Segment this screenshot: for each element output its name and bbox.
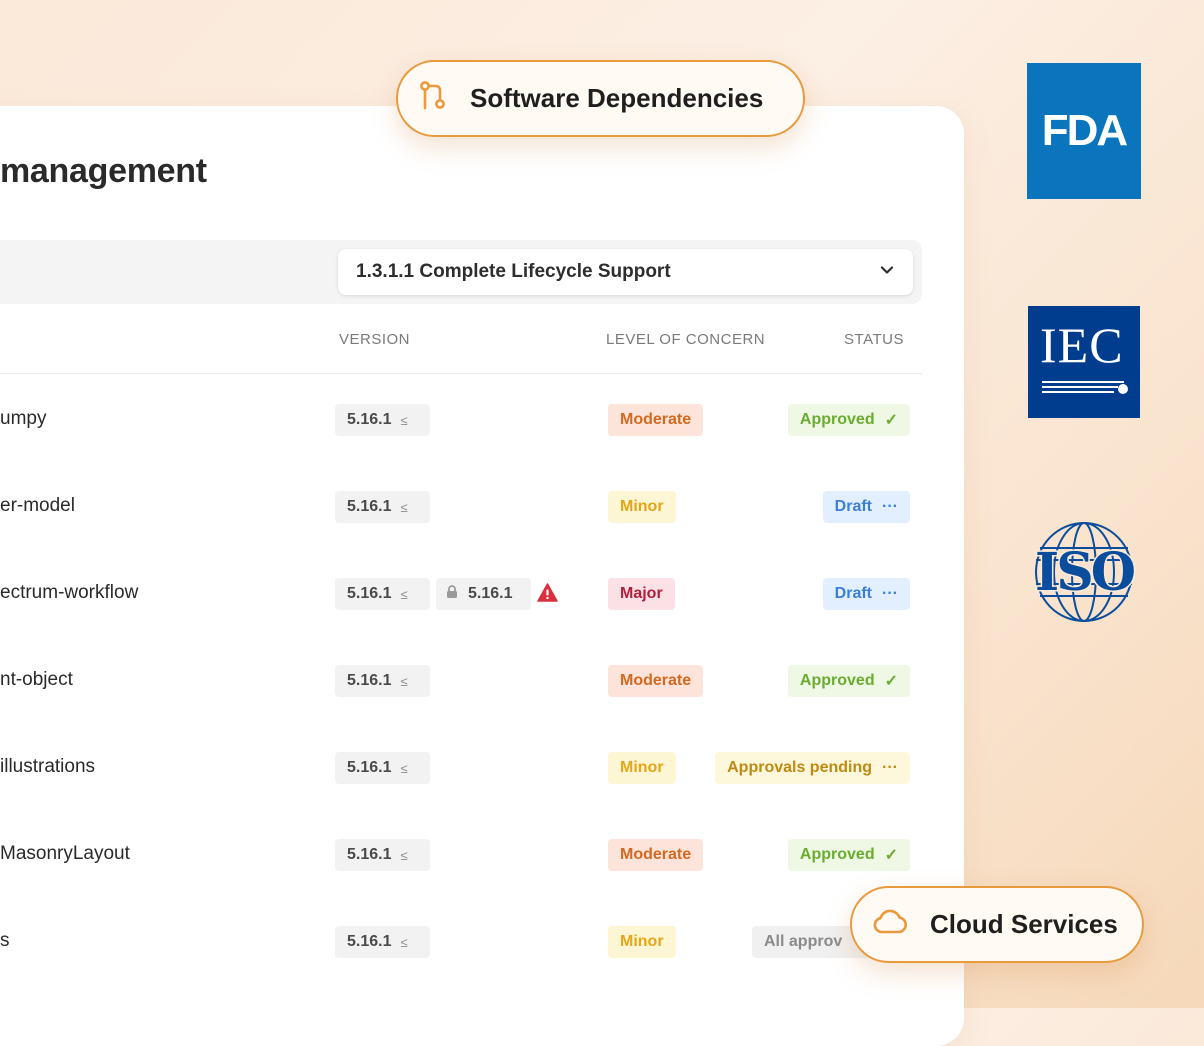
version-tag: 5.16.1 ≤ (335, 491, 430, 523)
concern-badge: Moderate (608, 404, 704, 436)
header-divider (0, 373, 922, 374)
less-equal-icon: ≤ (400, 673, 408, 689)
status-badge[interactable]: Approved ✓ (787, 665, 910, 697)
concern-badge: Moderate (608, 665, 704, 697)
locked-version-tag: 5.16.1 (436, 578, 531, 610)
concern-badge: Minor (608, 491, 676, 523)
fda-logo: FDA (1027, 63, 1141, 199)
cloud-services-label: Cloud Services (930, 909, 1118, 939)
concern-badge: Moderate (608, 839, 704, 871)
table-row[interactable]: s 5.16.1 ≤ Minor All approv (0, 922, 922, 962)
status-badge[interactable]: Draft ··· (822, 491, 910, 523)
check-icon: ✓ (884, 412, 898, 429)
column-header-version: VERSION (339, 331, 411, 348)
concern-badge: Minor (608, 752, 676, 784)
table-row[interactable]: illustrations 5.16.1 ≤ Minor Approvals pe… (0, 748, 922, 788)
package-name: ectrum-workflow (0, 582, 139, 603)
fda-logo-text: FDA (1041, 106, 1128, 155)
iso-logo-text: ISO (1033, 541, 1137, 605)
package-name: MasonryLayout (0, 843, 130, 864)
table-row[interactable]: umpy 5.16.1 ≤ Moderate Approved ✓ (0, 400, 922, 440)
version-tag: 5.16.1 ≤ (335, 404, 430, 436)
cloud-icon (872, 909, 908, 940)
concern-badge: Major (608, 578, 675, 610)
package-name: s (0, 930, 10, 951)
table-row[interactable]: ectrum-workflow 5.16.1 ≤ 5.16.1 Major Dra… (0, 574, 922, 614)
page-title: management (0, 152, 207, 190)
ellipsis-icon: ··· (882, 759, 898, 776)
less-equal-icon: ≤ (400, 586, 408, 602)
version-tag: 5.16.1 ≤ (335, 926, 430, 958)
package-name: illustrations (0, 756, 96, 777)
iec-logo: IEC (1028, 306, 1140, 418)
package-name: er-model (0, 495, 75, 516)
version-tag: 5.16.1 ≤ (335, 752, 430, 784)
status-badge[interactable]: Approvals pending ··· (715, 752, 910, 784)
package-name: umpy (0, 408, 47, 429)
chevron-down-icon (879, 262, 895, 283)
status-badge[interactable]: Draft ··· (822, 578, 910, 610)
table-row[interactable]: er-model 5.16.1 ≤ Minor Draft ··· (0, 487, 922, 527)
less-equal-icon: ≤ (400, 847, 408, 863)
ellipsis-icon: ··· (882, 498, 898, 515)
column-header-status: STATUS (844, 331, 904, 348)
lock-icon (446, 584, 458, 604)
column-header-concern: LEVEL OF CONCERN (606, 331, 766, 348)
cloud-services-badge[interactable]: Cloud Services (850, 886, 1144, 963)
status-badge[interactable]: Approved ✓ (787, 839, 910, 871)
iso-logo: ISO (1022, 520, 1146, 624)
table-row[interactable]: MasonryLayout 5.16.1 ≤ Moderate Approved ✓ (0, 835, 922, 875)
less-equal-icon: ≤ (400, 934, 408, 950)
git-branch-icon (418, 80, 448, 117)
ellipsis-icon: ··· (882, 585, 898, 602)
requirement-select-value: 1.3.1.1 Complete Lifecycle Support (356, 261, 671, 282)
check-icon: ✓ (884, 847, 898, 864)
version-tag: 5.16.1 ≤ (335, 578, 430, 610)
less-equal-icon: ≤ (400, 760, 408, 776)
less-equal-icon: ≤ (400, 499, 408, 515)
version-tag: 5.16.1 ≤ (335, 665, 430, 697)
concern-badge: Minor (608, 926, 676, 958)
package-name: nt-object (0, 669, 73, 690)
software-dependencies-badge[interactable]: Software Dependencies (396, 60, 805, 137)
software-dependencies-label: Software Dependencies (470, 83, 764, 113)
version-tag: 5.16.1 ≤ (335, 839, 430, 871)
status-badge[interactable]: Approved ✓ (787, 404, 910, 436)
less-equal-icon: ≤ (400, 412, 408, 428)
table-row[interactable]: nt-object 5.16.1 ≤ Moderate Approved ✓ (0, 661, 922, 701)
check-icon: ✓ (884, 673, 898, 690)
iec-logo-mark (1042, 381, 1128, 394)
warning-triangle-icon (537, 583, 558, 607)
requirement-select[interactable]: 1.3.1.1 Complete Lifecycle Support (338, 249, 913, 295)
